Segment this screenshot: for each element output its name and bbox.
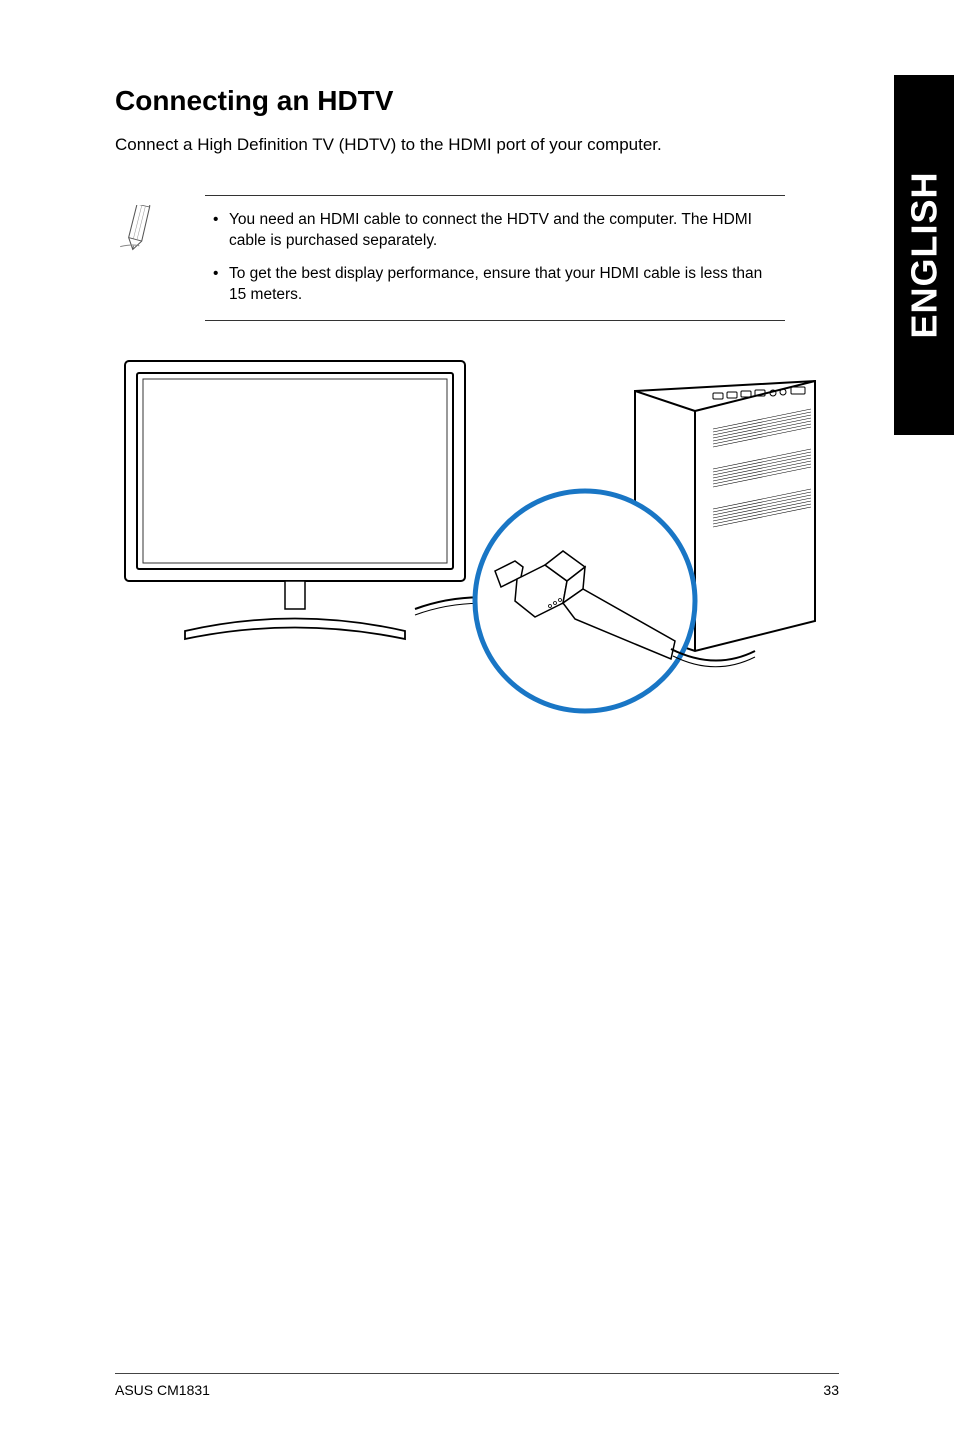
- page-footer: ASUS CM1831 33: [115, 1373, 839, 1398]
- language-tab: ENGLISH: [894, 75, 954, 435]
- page: ENGLISH Connecting an HDTV Connect a Hig…: [0, 0, 954, 1438]
- intro-text: Connect a High Definition TV (HDTV) to t…: [115, 135, 894, 155]
- hdtv-illustration: [125, 361, 465, 639]
- pencil-icon: [115, 195, 205, 262]
- note-item: You need an HDMI cable to connect the HD…: [211, 210, 779, 252]
- connection-diagram: [115, 351, 825, 731]
- footer-page-number: 33: [823, 1382, 839, 1398]
- footer-model: ASUS CM1831: [115, 1382, 210, 1398]
- language-tab-label: ENGLISH: [903, 171, 945, 338]
- note-content: You need an HDMI cable to connect the HD…: [205, 195, 785, 321]
- page-title: Connecting an HDTV: [115, 85, 894, 117]
- note-item: To get the best display performance, ens…: [211, 264, 779, 306]
- note-block: You need an HDMI cable to connect the HD…: [115, 195, 785, 321]
